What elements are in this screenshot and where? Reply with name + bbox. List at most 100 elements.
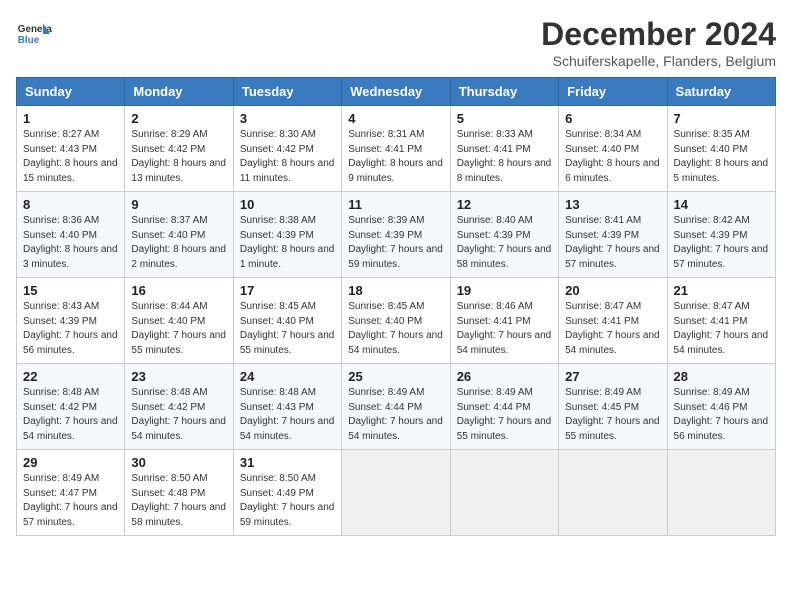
day-info: Sunrise: 8:33 AMSunset: 4:41 PMDaylight:… <box>457 129 552 184</box>
day-info: Sunrise: 8:38 AMSunset: 4:39 PMDaylight:… <box>240 215 335 270</box>
day-number: 14 <box>674 197 769 212</box>
day-number: 25 <box>348 369 443 384</box>
day-info: Sunrise: 8:31 AMSunset: 4:41 PMDaylight:… <box>348 129 443 184</box>
logo: General Blue <box>16 16 52 52</box>
col-friday: Friday <box>559 78 667 106</box>
day-info: Sunrise: 8:43 AMSunset: 4:39 PMDaylight:… <box>23 301 118 356</box>
day-info: Sunrise: 8:49 AMSunset: 4:47 PMDaylight:… <box>23 473 118 528</box>
day-info: Sunrise: 8:40 AMSunset: 4:39 PMDaylight:… <box>457 215 552 270</box>
table-row: 9 Sunrise: 8:37 AMSunset: 4:40 PMDayligh… <box>125 192 233 278</box>
page-header: General Blue December 2024 Schuiferskape… <box>16 16 776 69</box>
day-number: 15 <box>23 283 118 298</box>
day-info: Sunrise: 8:39 AMSunset: 4:39 PMDaylight:… <box>348 215 443 270</box>
table-row: 26 Sunrise: 8:49 AMSunset: 4:44 PMDaylig… <box>450 364 558 450</box>
day-info: Sunrise: 8:49 AMSunset: 4:44 PMDaylight:… <box>348 387 443 442</box>
day-info: Sunrise: 8:49 AMSunset: 4:44 PMDaylight:… <box>457 387 552 442</box>
day-number: 13 <box>565 197 660 212</box>
day-info: Sunrise: 8:30 AMSunset: 4:42 PMDaylight:… <box>240 129 335 184</box>
day-info: Sunrise: 8:49 AMSunset: 4:45 PMDaylight:… <box>565 387 660 442</box>
day-info: Sunrise: 8:27 AMSunset: 4:43 PMDaylight:… <box>23 129 118 184</box>
table-row: 5 Sunrise: 8:33 AMSunset: 4:41 PMDayligh… <box>450 106 558 192</box>
day-info: Sunrise: 8:44 AMSunset: 4:40 PMDaylight:… <box>131 301 226 356</box>
table-row: 11 Sunrise: 8:39 AMSunset: 4:39 PMDaylig… <box>342 192 450 278</box>
table-row: 21 Sunrise: 8:47 AMSunset: 4:41 PMDaylig… <box>667 278 775 364</box>
calendar-week-3: 15 Sunrise: 8:43 AMSunset: 4:39 PMDaylig… <box>17 278 776 364</box>
empty-cell <box>667 450 775 536</box>
day-number: 3 <box>240 111 335 126</box>
col-thursday: Thursday <box>450 78 558 106</box>
day-info: Sunrise: 8:50 AMSunset: 4:49 PMDaylight:… <box>240 473 335 528</box>
day-info: Sunrise: 8:37 AMSunset: 4:40 PMDaylight:… <box>131 215 226 270</box>
col-tuesday: Tuesday <box>233 78 341 106</box>
table-row: 20 Sunrise: 8:47 AMSunset: 4:41 PMDaylig… <box>559 278 667 364</box>
day-info: Sunrise: 8:42 AMSunset: 4:39 PMDaylight:… <box>674 215 769 270</box>
day-info: Sunrise: 8:34 AMSunset: 4:40 PMDaylight:… <box>565 129 660 184</box>
table-row: 3 Sunrise: 8:30 AMSunset: 4:42 PMDayligh… <box>233 106 341 192</box>
empty-cell <box>559 450 667 536</box>
day-number: 18 <box>348 283 443 298</box>
table-row: 24 Sunrise: 8:48 AMSunset: 4:43 PMDaylig… <box>233 364 341 450</box>
day-number: 21 <box>674 283 769 298</box>
title-section: December 2024 Schuiferskapelle, Flanders… <box>541 16 776 69</box>
calendar-week-2: 8 Sunrise: 8:36 AMSunset: 4:40 PMDayligh… <box>17 192 776 278</box>
table-row: 25 Sunrise: 8:49 AMSunset: 4:44 PMDaylig… <box>342 364 450 450</box>
day-info: Sunrise: 8:46 AMSunset: 4:41 PMDaylight:… <box>457 301 552 356</box>
table-row: 22 Sunrise: 8:48 AMSunset: 4:42 PMDaylig… <box>17 364 125 450</box>
logo-icon: General Blue <box>16 16 52 52</box>
day-number: 27 <box>565 369 660 384</box>
table-row: 29 Sunrise: 8:49 AMSunset: 4:47 PMDaylig… <box>17 450 125 536</box>
day-number: 23 <box>131 369 226 384</box>
day-number: 17 <box>240 283 335 298</box>
day-info: Sunrise: 8:41 AMSunset: 4:39 PMDaylight:… <box>565 215 660 270</box>
page-title: December 2024 <box>541 16 776 53</box>
day-info: Sunrise: 8:48 AMSunset: 4:42 PMDaylight:… <box>23 387 118 442</box>
col-saturday: Saturday <box>667 78 775 106</box>
col-sunday: Sunday <box>17 78 125 106</box>
day-number: 12 <box>457 197 552 212</box>
day-number: 9 <box>131 197 226 212</box>
table-row: 14 Sunrise: 8:42 AMSunset: 4:39 PMDaylig… <box>667 192 775 278</box>
day-number: 30 <box>131 455 226 470</box>
calendar-header-row: Sunday Monday Tuesday Wednesday Thursday… <box>17 78 776 106</box>
day-info: Sunrise: 8:36 AMSunset: 4:40 PMDaylight:… <box>23 215 118 270</box>
table-row: 7 Sunrise: 8:35 AMSunset: 4:40 PMDayligh… <box>667 106 775 192</box>
empty-cell <box>342 450 450 536</box>
day-number: 24 <box>240 369 335 384</box>
table-row: 16 Sunrise: 8:44 AMSunset: 4:40 PMDaylig… <box>125 278 233 364</box>
table-row: 15 Sunrise: 8:43 AMSunset: 4:39 PMDaylig… <box>17 278 125 364</box>
day-number: 5 <box>457 111 552 126</box>
day-info: Sunrise: 8:45 AMSunset: 4:40 PMDaylight:… <box>240 301 335 356</box>
day-info: Sunrise: 8:35 AMSunset: 4:40 PMDaylight:… <box>674 129 769 184</box>
day-number: 16 <box>131 283 226 298</box>
table-row: 12 Sunrise: 8:40 AMSunset: 4:39 PMDaylig… <box>450 192 558 278</box>
day-number: 29 <box>23 455 118 470</box>
table-row: 1 Sunrise: 8:27 AMSunset: 4:43 PMDayligh… <box>17 106 125 192</box>
day-info: Sunrise: 8:49 AMSunset: 4:46 PMDaylight:… <box>674 387 769 442</box>
table-row: 17 Sunrise: 8:45 AMSunset: 4:40 PMDaylig… <box>233 278 341 364</box>
table-row: 2 Sunrise: 8:29 AMSunset: 4:42 PMDayligh… <box>125 106 233 192</box>
table-row: 6 Sunrise: 8:34 AMSunset: 4:40 PMDayligh… <box>559 106 667 192</box>
day-number: 8 <box>23 197 118 212</box>
day-number: 4 <box>348 111 443 126</box>
table-row: 4 Sunrise: 8:31 AMSunset: 4:41 PMDayligh… <box>342 106 450 192</box>
day-info: Sunrise: 8:47 AMSunset: 4:41 PMDaylight:… <box>674 301 769 356</box>
day-number: 10 <box>240 197 335 212</box>
day-info: Sunrise: 8:45 AMSunset: 4:40 PMDaylight:… <box>348 301 443 356</box>
day-info: Sunrise: 8:48 AMSunset: 4:42 PMDaylight:… <box>131 387 226 442</box>
day-info: Sunrise: 8:48 AMSunset: 4:43 PMDaylight:… <box>240 387 335 442</box>
day-number: 6 <box>565 111 660 126</box>
day-info: Sunrise: 8:50 AMSunset: 4:48 PMDaylight:… <box>131 473 226 528</box>
calendar-table: Sunday Monday Tuesday Wednesday Thursday… <box>16 77 776 536</box>
day-number: 2 <box>131 111 226 126</box>
calendar-week-5: 29 Sunrise: 8:49 AMSunset: 4:47 PMDaylig… <box>17 450 776 536</box>
table-row: 10 Sunrise: 8:38 AMSunset: 4:39 PMDaylig… <box>233 192 341 278</box>
day-number: 28 <box>674 369 769 384</box>
page-subtitle: Schuiferskapelle, Flanders, Belgium <box>541 53 776 69</box>
day-number: 31 <box>240 455 335 470</box>
col-monday: Monday <box>125 78 233 106</box>
day-number: 11 <box>348 197 443 212</box>
calendar-week-4: 22 Sunrise: 8:48 AMSunset: 4:42 PMDaylig… <box>17 364 776 450</box>
empty-cell <box>450 450 558 536</box>
day-number: 26 <box>457 369 552 384</box>
day-info: Sunrise: 8:47 AMSunset: 4:41 PMDaylight:… <box>565 301 660 356</box>
